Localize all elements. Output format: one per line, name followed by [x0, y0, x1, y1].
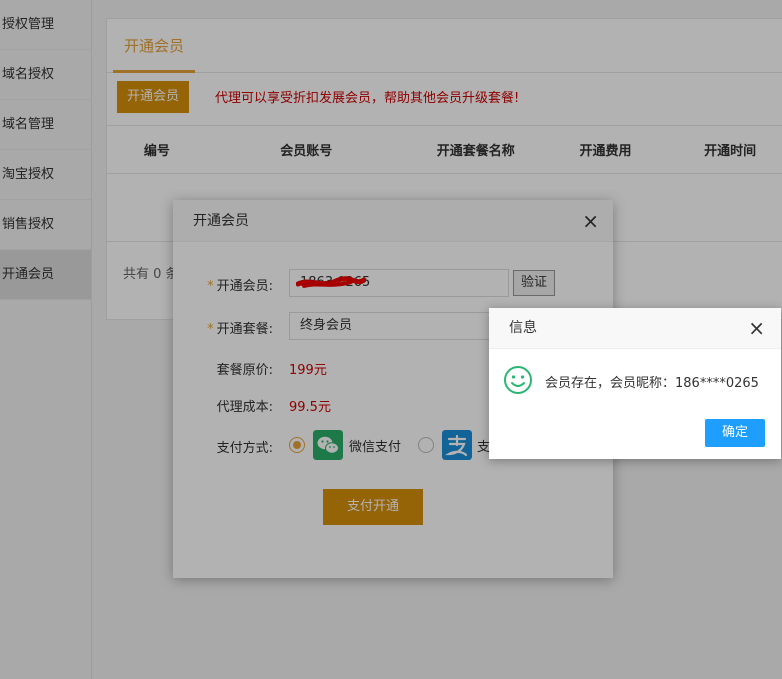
info-message: 会员存在，会员昵称：186****0265 [545, 376, 759, 391]
info-popup: 信息 × 会员存在，会员昵称：186****0265 确定 [489, 308, 781, 459]
close-icon[interactable]: × [748, 308, 765, 349]
info-header: 信息 × [489, 308, 781, 349]
confirm-button[interactable]: 确定 [705, 419, 765, 447]
smile-icon [504, 366, 532, 394]
info-title: 信息 [509, 320, 537, 336]
